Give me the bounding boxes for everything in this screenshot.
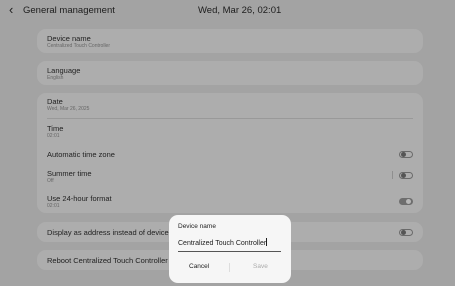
device-name-dialog: Device name Centralized Touch Controller… <box>169 215 291 283</box>
language-value: English <box>47 75 64 81</box>
display-as-address-label: Display as address instead of device na <box>47 228 180 237</box>
toggle-knob <box>401 173 406 178</box>
chevron-left-icon[interactable]: ‹ <box>9 3 13 17</box>
language-row[interactable]: Language English <box>37 61 423 85</box>
save-button[interactable]: Save <box>253 263 268 270</box>
toggle-knob <box>401 230 406 235</box>
text-cursor <box>266 238 268 246</box>
display-as-address-toggle[interactable] <box>399 229 413 236</box>
summer-time-toggle[interactable] <box>399 172 413 179</box>
automatic-time-zone-label: Automatic time zone <box>47 150 115 159</box>
divider <box>47 118 413 119</box>
time-label: Time <box>47 124 64 133</box>
automatic-time-zone-toggle[interactable] <box>399 151 413 158</box>
button-separator <box>229 263 230 272</box>
toggle-separator <box>392 171 393 179</box>
date-time-settings-card: Date Wed, Mar 26, 2025 Time 02:01 Automa… <box>37 93 423 213</box>
input-underline <box>178 251 281 252</box>
date-label: Date <box>47 97 63 106</box>
summer-time-label: Summer time <box>47 169 92 178</box>
time-row[interactable]: Time 02:01 <box>37 120 423 144</box>
use-24-hour-format-label: Use 24-hour format <box>47 194 112 203</box>
automatic-time-zone-row[interactable]: Automatic time zone <box>37 145 423 163</box>
device-name-value: Centralized Touch Controller <box>47 43 110 49</box>
time-value: 02:01 <box>47 133 60 139</box>
use-24-hour-format-toggle[interactable] <box>399 198 413 205</box>
summer-time-row[interactable]: Summer time Off <box>37 165 423 187</box>
use-24-hour-format-row[interactable]: Use 24-hour format 02:01 <box>37 190 423 212</box>
device-name-input-text: Centralized Touch Controller <box>178 240 267 247</box>
toggle-knob <box>401 152 406 157</box>
date-value: Wed, Mar 26, 2025 <box>47 106 90 112</box>
language-label: Language <box>47 66 81 75</box>
page-title: General management <box>23 5 115 16</box>
device-name-label: Device name <box>47 34 91 43</box>
date-row[interactable]: Date Wed, Mar 26, 2025 <box>37 93 423 117</box>
status-datetime: Wed, Mar 26, 02:01 <box>198 5 282 16</box>
device-name-row[interactable]: Device name Centralized Touch Controller <box>37 29 423 53</box>
general-management-screen: ‹ General management Wed, Mar 26, 02:01 … <box>0 0 455 286</box>
reboot-label: Reboot Centralized Touch Controller <box>47 256 168 265</box>
device-name-input[interactable]: Centralized Touch Controller <box>178 238 268 247</box>
header-bar: ‹ General management Wed, Mar 26, 02:01 <box>0 0 455 22</box>
summer-time-value: Off <box>47 178 54 184</box>
toggle-knob <box>406 199 411 204</box>
use-24-hour-format-value: 02:01 <box>47 203 60 209</box>
dialog-title: Device name <box>178 223 216 230</box>
cancel-button[interactable]: Cancel <box>189 263 209 270</box>
